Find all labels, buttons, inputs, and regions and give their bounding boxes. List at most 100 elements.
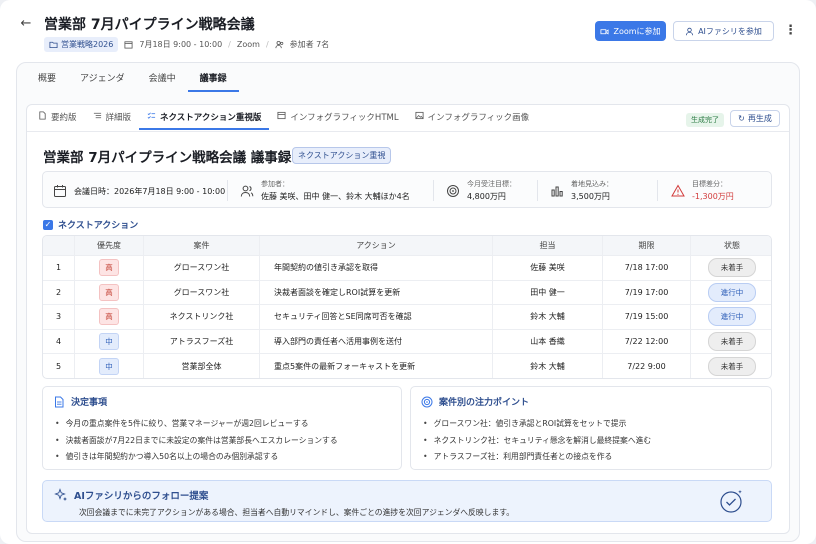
page-header: ← 営業部 7月パイプライン戦略会議 営業戦略2026 7月18日 9:00 -… bbox=[0, 0, 816, 58]
info-divider bbox=[433, 180, 434, 201]
tab-detailed[interactable]: 詳細版 bbox=[85, 111, 140, 130]
tab-detailed-label: 詳細版 bbox=[105, 113, 132, 123]
focus-points-list: グロースワン社：値引き承認とROI試算をセットで提示 ネクストリンク社：セキュリ… bbox=[423, 416, 652, 466]
status-pill[interactable]: 未着手 bbox=[708, 332, 756, 352]
target-icon bbox=[421, 396, 433, 407]
priority-badge: 高 bbox=[99, 308, 119, 326]
tab-infographic-image[interactable]: インフォグラフィック画像 bbox=[407, 111, 538, 130]
table-row[interactable]: 3 高 ネクストリンク社 セキュリティ回答とSE同席可否を確認 鈴木 大輔 7/19 15… bbox=[43, 305, 771, 330]
tab-summary-label: 要約版 bbox=[51, 113, 77, 123]
status-cell: 進行中 bbox=[691, 281, 771, 305]
user-icon bbox=[686, 27, 694, 35]
status-pill[interactable]: 進行中 bbox=[708, 282, 756, 302]
list-item: グロースワン社：値引き承認とROI試算をセットで提示 bbox=[423, 416, 651, 433]
meeting-attendees: 参加者 7名 bbox=[289, 40, 330, 49]
main-tabs: 概要 アジェンダ 会議中 議事録 bbox=[38, 72, 239, 92]
meeting-info-strip: 会議日時：2026年7月18日 9:00 - 10:00 参加者： 佐藤 美咲、… bbox=[42, 171, 772, 208]
action-cell: 年間契約の値引き承認を取得 bbox=[260, 256, 493, 280]
decisions-list: 今月の重点案件を5件に絞り、営業マネージャーが週2回レビューする 決裁者面談が7… bbox=[55, 416, 338, 466]
regenerate-button[interactable]: ↻ 再生成 bbox=[730, 110, 780, 127]
project-cell: グロースワン社 bbox=[144, 280, 260, 305]
tab-overview[interactable]: 概要 bbox=[38, 72, 68, 92]
table-row[interactable]: 1 高 グロースワン社 年間契約の値引き承認を取得 佐藤 美咲 7/18 17:00 未着手 bbox=[43, 256, 771, 281]
priority-badge: 高 bbox=[99, 259, 119, 277]
info-divider bbox=[537, 180, 538, 201]
status-cell: 未着手 bbox=[691, 256, 771, 280]
status-pill[interactable]: 未着手 bbox=[708, 357, 756, 377]
more-menu-icon[interactable]: ⋮ bbox=[784, 22, 797, 40]
tab-in-meeting[interactable]: 会議中 bbox=[137, 72, 188, 92]
focus-points-card: 案件別の注力ポイント グロースワン社：値引き承認とROI試算をセットで提示 ネク… bbox=[410, 386, 772, 470]
priority-cell: 高 bbox=[75, 305, 144, 329]
page-title: 営業部 7月パイプライン戦略会議 bbox=[44, 17, 255, 33]
back-arrow-icon[interactable]: ← bbox=[18, 16, 34, 32]
tab-next-action-label: ネクストアクション重視版 bbox=[160, 113, 262, 123]
meeting-meta: 営業戦略2026 7月18日 9:00 - 10:00 / Zoom / 参加者… bbox=[44, 37, 329, 52]
info-divider bbox=[227, 180, 228, 201]
list-item: 今月の重点案件を5件に絞り、営業マネージャーが週2回レビューする bbox=[55, 416, 338, 433]
info-target: 今月受注目標： 4,800万円 bbox=[446, 172, 516, 209]
status-cell: 未着手 bbox=[691, 354, 771, 378]
list-item: アトラスフーズ社：利用部門責任者との接点を作る bbox=[423, 449, 651, 466]
status-pill[interactable]: 未着手 bbox=[708, 258, 756, 278]
table-row[interactable]: 5 中 営業部全体 重点5案件の最新フォーキャストを更新 鈴木 大輔 7/22 9:00 未… bbox=[43, 354, 771, 378]
layout-icon bbox=[277, 111, 286, 120]
table-header-row: 優先度 案件 アクション 担当 期限 状態 bbox=[43, 236, 771, 256]
owner-cell: 鈴木 大輔 bbox=[493, 305, 603, 329]
due-cell: 7/19 17:00 bbox=[603, 280, 691, 305]
owner-cell: 山本 香織 bbox=[493, 329, 603, 354]
people-icon bbox=[275, 40, 283, 49]
meta-separator: / bbox=[265, 40, 269, 49]
document-icon bbox=[39, 111, 46, 120]
document-icon bbox=[55, 396, 64, 407]
tab-infographic-html[interactable]: インフォグラフィックHTML bbox=[269, 111, 406, 130]
column-header-owner: 担当 bbox=[493, 236, 603, 255]
tab-agenda[interactable]: アジェンダ bbox=[68, 72, 137, 92]
info-forecast-value: 3,500万円 bbox=[571, 192, 610, 201]
calendar-icon bbox=[124, 41, 133, 49]
people-icon bbox=[240, 185, 254, 197]
join-zoom-button[interactable]: Zoomに参加 bbox=[595, 21, 666, 41]
folder-icon bbox=[49, 41, 58, 49]
app-window: ← 営業部 7月パイプライン戦略会議 営業戦略2026 7月18日 9:00 -… bbox=[0, 0, 816, 544]
info-forecast: 着地見込み： 3,500万円 bbox=[550, 172, 613, 209]
info-divider bbox=[657, 180, 658, 201]
due-cell: 7/18 17:00 bbox=[603, 256, 691, 280]
tab-infographic-image-label: インフォグラフィック画像 bbox=[427, 113, 530, 123]
bar-chart-icon bbox=[551, 186, 563, 196]
focus-points-heading: 案件別の注力ポイント bbox=[421, 395, 529, 408]
table-row[interactable]: 2 高 グロースワン社 決裁者面談を確定しROI試算を更新 田中 健一 7/19 17:0… bbox=[43, 280, 771, 306]
status-pill[interactable]: 進行中 bbox=[708, 307, 756, 327]
list-icon bbox=[93, 112, 101, 119]
add-ai-facilitator-button[interactable]: AIファシリを参加 bbox=[673, 21, 774, 41]
checkbox-icon: ✓ bbox=[43, 219, 53, 230]
priority-badge: 中 bbox=[99, 358, 119, 376]
table-row[interactable]: 4 中 アトラスフーズ社 導入部門の責任者へ活用事例を送付 山本 香織 7/22 12:0… bbox=[43, 329, 771, 355]
owner-cell: 鈴木 大輔 bbox=[493, 354, 603, 378]
priority-cell: 高 bbox=[75, 280, 144, 305]
ai-followup-banner: AIファシリからのフォロー提案 次回会議までに未完了アクションがある場合、担当者… bbox=[42, 480, 772, 522]
info-gap: 目標差分： -1,300万円 bbox=[671, 172, 734, 209]
meta-separator: / bbox=[228, 40, 231, 49]
next-actions-heading: ✓ ネクストアクション bbox=[43, 218, 138, 231]
column-header-action: アクション bbox=[260, 236, 493, 255]
decisions-card: 決定事項 今月の重点案件を5件に絞り、営業マネージャーが週2回レビューする 決裁… bbox=[42, 386, 402, 470]
target-icon bbox=[447, 184, 459, 197]
add-ai-facilitator-label: AIファシリを参加 bbox=[698, 26, 762, 36]
status-badge: 生成完了 bbox=[686, 113, 724, 127]
owner-cell: 田中 健一 bbox=[493, 280, 603, 305]
due-cell: 7/19 15:00 bbox=[603, 305, 691, 329]
info-gap-value: -1,300万円 bbox=[692, 192, 734, 201]
priority-cell: 中 bbox=[75, 354, 144, 378]
column-header-project: 案件 bbox=[144, 236, 260, 255]
checklist-icon bbox=[147, 112, 156, 119]
project-cell: 営業部全体 bbox=[144, 354, 260, 378]
minutes-title: 営業部 7月パイプライン戦略会議 議事録 bbox=[43, 150, 292, 166]
tab-summary[interactable]: 要約版 bbox=[38, 111, 85, 130]
tab-infographic-html-label: インフォグラフィックHTML bbox=[290, 113, 399, 123]
action-cell: 重点5案件の最新フォーキャストを更新 bbox=[260, 354, 493, 378]
folder-tag[interactable]: 営業戦略2026 bbox=[44, 37, 119, 52]
tab-next-action[interactable]: ネクストアクション重視版 bbox=[139, 111, 270, 130]
tab-minutes[interactable]: 議事録 bbox=[187, 72, 239, 92]
project-cell: ネクストリンク社 bbox=[144, 305, 260, 329]
